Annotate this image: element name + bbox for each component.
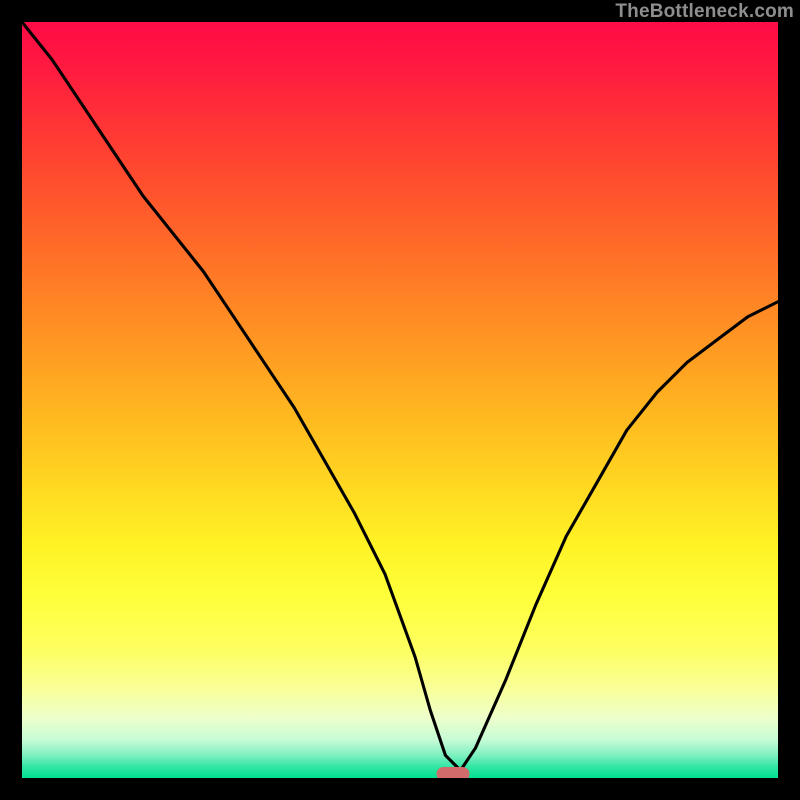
chart-frame: TheBottleneck.com [0,0,800,800]
watermark-text: TheBottleneck.com [615,1,794,23]
bottleneck-curve [22,22,778,778]
selected-config-marker [436,767,469,778]
chart-plot-area [22,22,778,778]
